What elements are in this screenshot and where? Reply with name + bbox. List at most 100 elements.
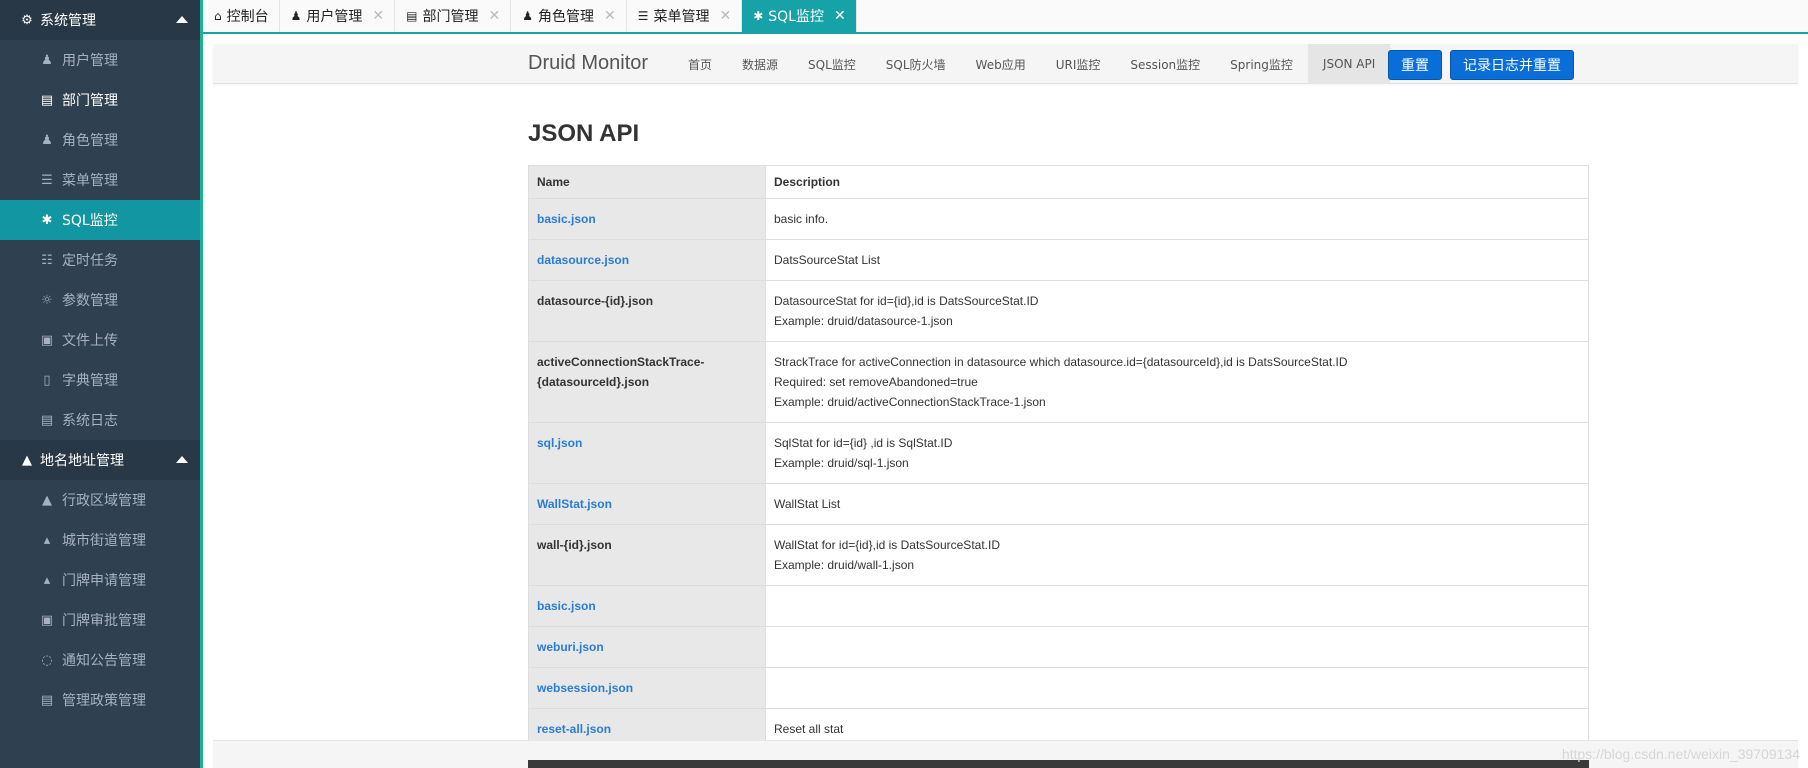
endpoint-link[interactable]: datasource.json xyxy=(537,253,629,267)
sidebar-item-departments[interactable]: ▤ 部门管理 xyxy=(0,80,200,120)
caret-up-icon xyxy=(176,16,188,23)
list-icon: ☰ xyxy=(41,172,53,188)
close-icon[interactable]: ✕ xyxy=(604,8,616,24)
sidebar-item-dictionary[interactable]: ▯ 字典管理 xyxy=(0,360,200,400)
sidebar-group-address[interactable]: ▲ 地名地址管理 xyxy=(0,440,200,480)
table-row: basic.json basic info. xyxy=(528,198,1589,240)
endpoint-link[interactable]: basic.json xyxy=(537,212,596,226)
bookmark-icon: ▯ xyxy=(43,372,51,388)
nav-datasource[interactable]: 数据源 xyxy=(727,44,793,84)
sidebar-item-params[interactable]: ☼ 参数管理 xyxy=(0,280,200,320)
sidebar-item-menus[interactable]: ☰ 菜单管理 xyxy=(0,160,200,200)
table-row: datasource-{id}.json DatasourceStat for i… xyxy=(528,280,1589,342)
column-header-description: Description xyxy=(765,165,1589,199)
endpoint-link[interactable]: sql.json xyxy=(537,436,582,450)
nav-home[interactable]: 首页 xyxy=(673,44,727,84)
endpoint-link[interactable]: basic.json xyxy=(537,599,596,613)
endpoint-description-cell: DatsSourceStat List xyxy=(765,239,1589,281)
close-icon[interactable]: ✕ xyxy=(372,8,384,24)
description-line: Example: druid/sql-1.json xyxy=(774,456,909,470)
sidebar-item-policies[interactable]: ▤ 管理政策管理 xyxy=(0,680,200,720)
druid-brand[interactable]: Druid Monitor xyxy=(528,52,648,75)
close-icon[interactable]: ✕ xyxy=(719,8,731,24)
sidebar-item-label: 部门管理 xyxy=(62,93,118,109)
sidebar-item-scheduled-tasks[interactable]: ☷ 定时任务 xyxy=(0,240,200,280)
sidebar-item-label: 定时任务 xyxy=(62,253,118,269)
endpoint-name-cell: weburi.json xyxy=(528,626,766,668)
description-line: StrackTrace for activeConnection in data… xyxy=(774,355,1348,369)
sidebar-item-file-upload[interactable]: ▣ 文件上传 xyxy=(0,320,200,360)
nav-sql-firewall[interactable]: SQL防火墙 xyxy=(871,44,961,84)
file-text-icon: ▤ xyxy=(40,692,54,708)
endpoint-link[interactable]: WallStat.json xyxy=(537,497,612,511)
endpoint-name: datasource-{id}.json xyxy=(537,294,654,308)
tab-departments[interactable]: ▤ 部门管理 ✕ xyxy=(395,0,512,32)
tab-users[interactable]: ♟ 用户管理 ✕ xyxy=(280,0,396,32)
tab-menus[interactable]: ☰ 菜单管理 ✕ xyxy=(627,0,743,32)
endpoint-name-cell: activeConnectionStackTrace-{datasourceId… xyxy=(528,341,766,423)
description-line: Reset all stat xyxy=(774,722,844,736)
description-line: SqlStat for id={id} ,id is SqlStat.ID xyxy=(774,436,953,450)
footer-banner xyxy=(528,760,1589,768)
sidebar-item-users[interactable]: ♟ 用户管理 xyxy=(0,40,200,80)
nav-uri[interactable]: URI监控 xyxy=(1041,44,1116,84)
sidebar-item-roles[interactable]: ♟ 角色管理 xyxy=(0,120,200,160)
sidebar-item-label: 文件上传 xyxy=(62,333,118,349)
table-row: weburi.json xyxy=(528,626,1589,668)
tab-sql-monitor[interactable]: ✱ SQL监控 ✕ xyxy=(742,0,857,32)
endpoint-description-cell xyxy=(765,626,1589,668)
user-icon: ♟ xyxy=(41,52,53,68)
street-icon: ▴ xyxy=(43,532,51,548)
endpoint-name-cell: datasource.json xyxy=(528,239,766,281)
close-icon[interactable]: ✕ xyxy=(834,8,846,24)
sidebar-item-label: 门牌审批管理 xyxy=(62,613,146,629)
page-title: JSON API xyxy=(528,120,640,147)
nav-session[interactable]: Session监控 xyxy=(1115,44,1215,84)
tab-roles[interactable]: ♟ 角色管理 ✕ xyxy=(511,0,627,32)
close-icon[interactable]: ✕ xyxy=(488,8,500,24)
nav-web-app[interactable]: Web应用 xyxy=(961,44,1041,84)
sidebar-item-notices[interactable]: ◌ 通知公告管理 xyxy=(0,640,200,680)
column-header-name: Name xyxy=(528,165,766,199)
endpoint-name-cell: WallStat.json xyxy=(528,483,766,525)
sidebar-item-admin-regions[interactable]: ▲ 行政区域管理 xyxy=(0,480,200,520)
list-icon: ☰ xyxy=(637,9,649,23)
sidebar-item-label: 系统日志 xyxy=(62,413,118,429)
sidebar-item-system-log[interactable]: ▤ 系统日志 xyxy=(0,400,200,440)
nav-sql[interactable]: SQL监控 xyxy=(793,44,871,84)
file-icon: ▤ xyxy=(40,412,54,428)
endpoint-name-cell: sql.json xyxy=(528,422,766,484)
sidebar-item-label: 参数管理 xyxy=(62,293,118,309)
endpoint-name-cell: datasource-{id}.json xyxy=(528,280,766,342)
image-icon: ▣ xyxy=(40,332,54,348)
sidebar-item-city-streets[interactable]: ▴ 城市街道管理 xyxy=(0,520,200,560)
endpoint-description-cell: StrackTrace for activeConnection in data… xyxy=(765,341,1589,423)
role-icon: ♟ xyxy=(41,132,53,148)
home-icon: ⌂ xyxy=(214,9,222,23)
tab-console[interactable]: ⌂ 控制台 xyxy=(203,0,280,32)
nav-json-api[interactable]: JSON API xyxy=(1307,44,1391,84)
sidebar-group-label: 系统管理 xyxy=(40,13,96,29)
json-api-table: Name Description basic.json basic info. da… xyxy=(528,165,1589,750)
sidebar-group-system[interactable]: ⚙ 系统管理 xyxy=(0,0,200,40)
description-line: DatsSourceStat List xyxy=(774,253,881,267)
sidebar-item-plate-approval[interactable]: ▣ 门牌审批管理 xyxy=(0,600,200,640)
nav-spring[interactable]: Spring监控 xyxy=(1215,44,1308,84)
endpoint-link[interactable]: weburi.json xyxy=(537,640,604,654)
sidebar-item-plate-application[interactable]: ▴ 门牌申请管理 xyxy=(0,560,200,600)
street-icon: ▴ xyxy=(43,572,51,588)
endpoint-description-cell: basic info. xyxy=(765,198,1589,240)
table-row: datasource.json DatsSourceStat List xyxy=(528,239,1589,281)
reset-button[interactable]: 重置 xyxy=(1388,50,1442,80)
sidebar-item-label: 门牌申请管理 xyxy=(62,573,146,589)
description-line: Required: set removeAbandoned=true xyxy=(774,375,978,389)
table-row: basic.json xyxy=(528,585,1589,627)
bug-icon: ✱ xyxy=(753,9,764,23)
sidebar-divider xyxy=(200,0,203,768)
endpoint-link[interactable]: reset-all.json xyxy=(537,722,611,736)
endpoint-description-cell: DatasourceStat for id={id},id is DatsSou… xyxy=(765,280,1589,342)
log-and-reset-button[interactable]: 记录日志并重置 xyxy=(1450,50,1574,80)
sidebar-item-sql-monitor[interactable]: ✱ SQL监控 xyxy=(0,200,200,240)
druid-nav: 首页 数据源 SQL监控 SQL防火墙 Web应用 URI监控 Session监… xyxy=(673,44,1391,84)
endpoint-link[interactable]: websession.json xyxy=(537,681,633,695)
